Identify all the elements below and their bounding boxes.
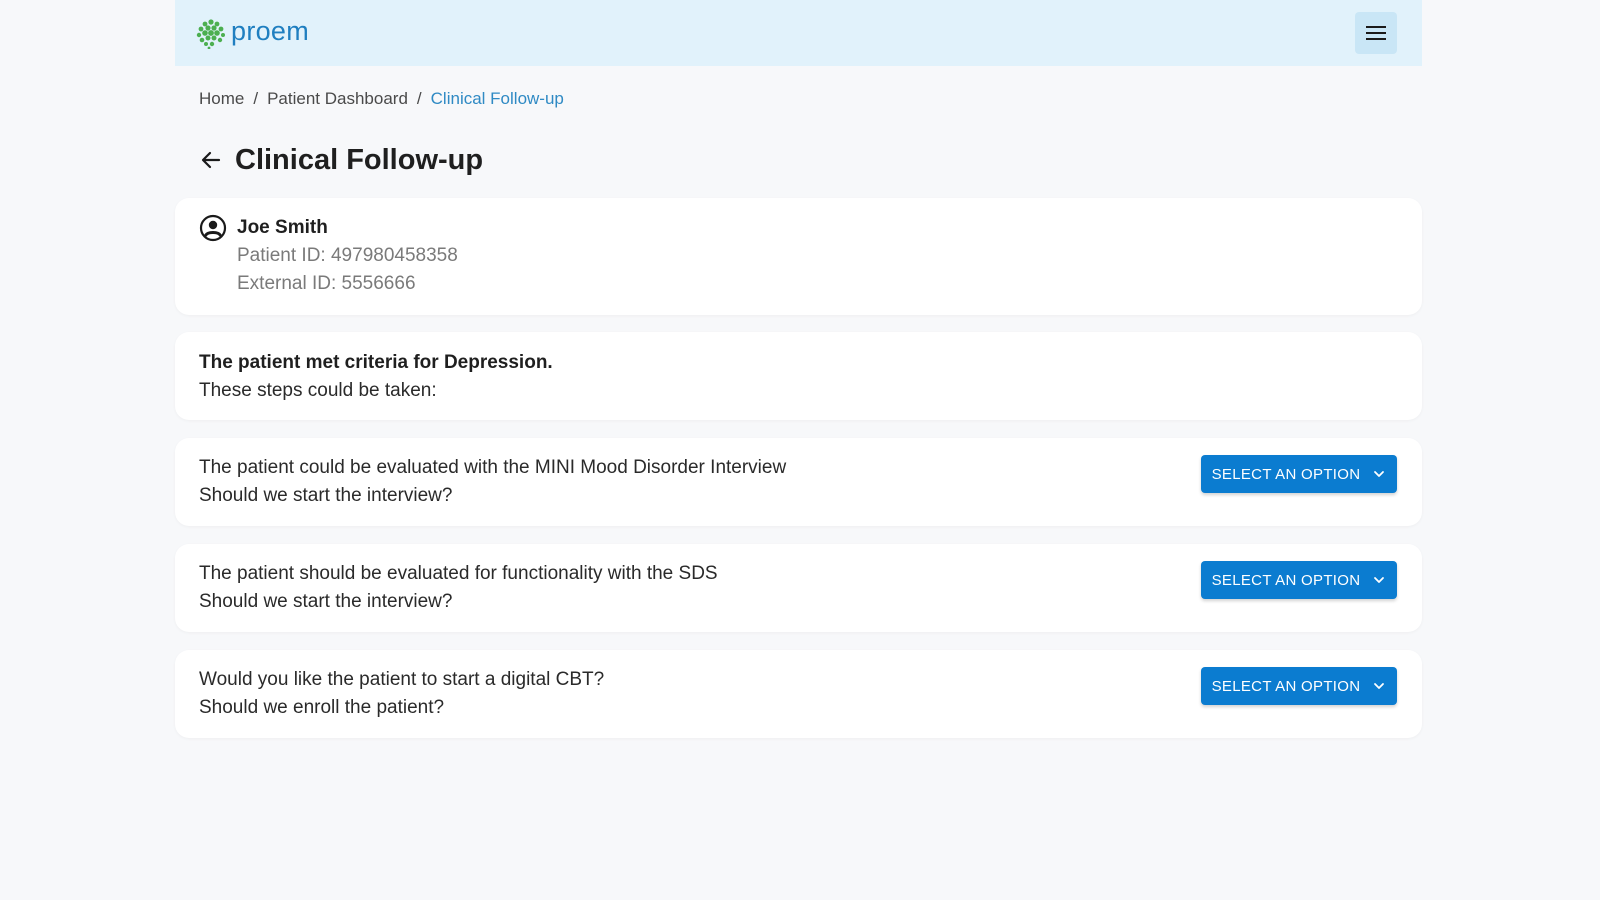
step-line-1: Would you like the patient to start a di…: [199, 669, 605, 690]
hamburger-menu-icon: [1366, 26, 1386, 40]
app-page: proem Home / Patient Dashboard / Clinica…: [175, 0, 1422, 738]
step-card-sds: The patient should be evaluated for func…: [175, 544, 1422, 632]
external-id: External ID: 5556666: [237, 273, 416, 294]
patient-info-card: Joe Smith Patient ID: 497980458358 Exter…: [175, 198, 1422, 315]
patient-id: Patient ID: 497980458358: [237, 245, 458, 266]
step-card-digital-cbt: Would you like the patient to start a di…: [175, 650, 1422, 738]
back-button[interactable]: [199, 148, 223, 172]
step-line-1: The patient could be evaluated with the …: [199, 457, 787, 478]
select-option-dropdown-3[interactable]: SELECT AN OPTION: [1201, 667, 1397, 705]
select-option-dropdown-1[interactable]: SELECT AN OPTION: [1201, 455, 1397, 493]
step-description: Would you like the patient to start a di…: [199, 666, 604, 722]
arrow-left-icon: [201, 151, 221, 169]
select-option-label: SELECT AN OPTION: [1211, 465, 1361, 483]
select-option-label: SELECT AN OPTION: [1211, 571, 1361, 589]
step-line-2: Should we start the interview?: [199, 591, 453, 612]
brand-logo[interactable]: proem: [195, 15, 310, 49]
step-card-mini-interview: The patient could be evaluated with the …: [175, 438, 1422, 526]
chevron-down-icon: [1374, 471, 1385, 477]
step-description: The patient could be evaluated with the …: [199, 454, 786, 510]
step-line-2: Should we enroll the patient?: [199, 697, 445, 718]
breadcrumb-separator: /: [416, 89, 422, 108]
breadcrumb: Home / Patient Dashboard / Clinical Foll…: [199, 88, 1422, 110]
brand-name: proem: [231, 15, 310, 46]
chevron-down-icon: [1374, 683, 1385, 689]
page-title-row: Clinical Follow-up: [199, 140, 1422, 180]
proem-dots-logo-icon: [196, 19, 225, 49]
breadcrumb-current: Clinical Follow-up: [430, 89, 564, 108]
chevron-down-icon: [1374, 577, 1385, 583]
select-option-label: SELECT AN OPTION: [1211, 677, 1361, 695]
step-description: The patient should be evaluated for func…: [199, 560, 718, 616]
patient-details: Joe Smith Patient ID: 497980458358 Exter…: [237, 214, 458, 299]
select-option-dropdown-2[interactable]: SELECT AN OPTION: [1201, 561, 1397, 599]
breadcrumb-patient-dashboard[interactable]: Patient Dashboard: [267, 89, 408, 109]
breadcrumb-home[interactable]: Home: [199, 89, 244, 109]
criteria-subtitle: These steps could be taken:: [199, 380, 437, 401]
breadcrumb-separator: /: [253, 89, 259, 108]
user-circle-icon: [199, 214, 227, 242]
patient-name: Joe Smith: [237, 217, 328, 238]
step-line-1: The patient should be evaluated for func…: [199, 563, 718, 584]
criteria-card: The patient met criteria for Depression.…: [175, 332, 1422, 420]
hamburger-menu-button[interactable]: [1355, 12, 1397, 54]
page-title: Clinical Follow-up: [235, 143, 484, 176]
top-navigation-bar: proem: [175, 0, 1422, 66]
step-line-2: Should we start the interview?: [199, 485, 453, 506]
criteria-title: The patient met criteria for Depression.: [199, 352, 553, 373]
